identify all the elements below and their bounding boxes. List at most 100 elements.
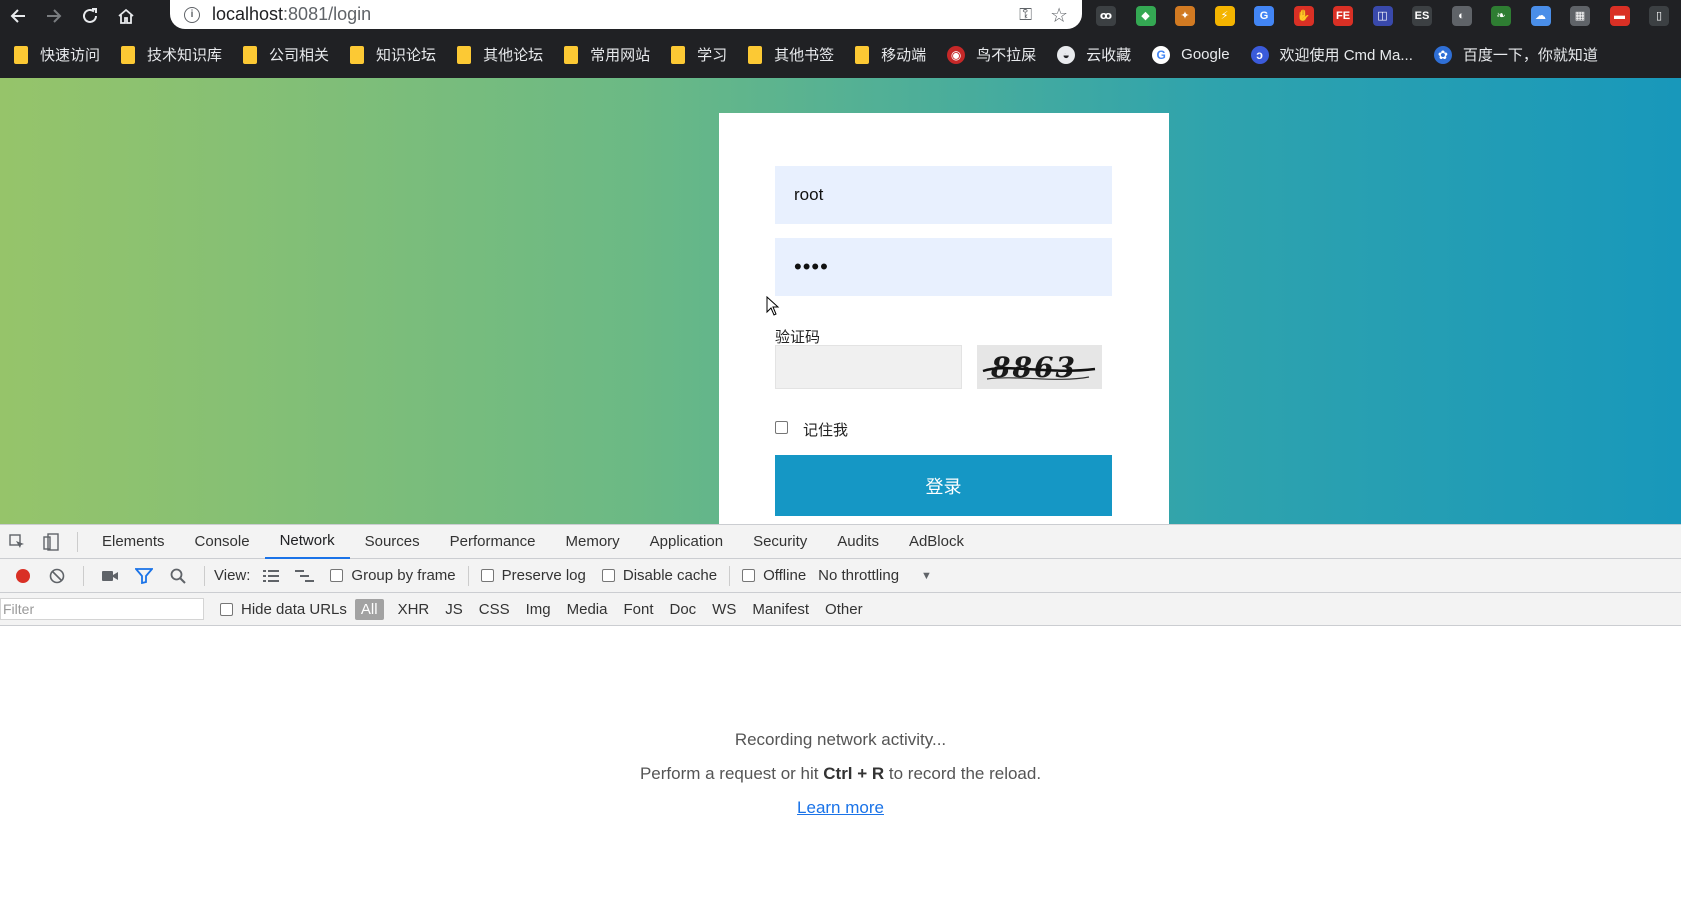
bookmark-item[interactable]: ◒ 云收藏 xyxy=(1057,44,1131,65)
network-request-list: Recording network activity... Perform a … xyxy=(0,628,1681,921)
group-by-frame-option[interactable]: Group by frame xyxy=(330,567,456,584)
bookmark-item[interactable]: G Google xyxy=(1152,45,1230,64)
bookmark-item[interactable]: 移动端 xyxy=(855,44,926,65)
bookmark-item[interactable]: 技术知识库 xyxy=(121,44,222,65)
key-icon[interactable]: ⚿ xyxy=(1019,5,1032,25)
bookmark-item[interactable]: ◉ 鸟不拉屎 xyxy=(947,44,1036,65)
toolbar-separator xyxy=(83,565,84,586)
type-filter-img[interactable]: Img xyxy=(520,599,557,620)
waterfall-overview-icon[interactable] xyxy=(288,559,322,593)
extension-icon[interactable]: ◆ xyxy=(1135,5,1156,26)
inspect-element-icon[interactable] xyxy=(0,525,34,559)
bookmark-item[interactable]: 其他论坛 xyxy=(457,44,543,65)
group-by-frame-checkbox[interactable] xyxy=(330,569,344,582)
reload-hint: Perform a request or hit Ctrl + R to rec… xyxy=(0,764,1681,784)
type-filter-ws[interactable]: WS xyxy=(706,599,742,620)
type-filter-js[interactable]: JS xyxy=(439,599,469,620)
info-icon[interactable]: i xyxy=(184,6,200,23)
network-filterbar: Filter Hide data URLs All XHR JS CSS Img Medi… xyxy=(0,593,1681,626)
tab-application[interactable]: Application xyxy=(635,525,738,559)
type-filter-css[interactable]: CSS xyxy=(473,599,516,620)
bookmark-star-icon[interactable]: ☆ xyxy=(1050,3,1068,28)
tab-adblock[interactable]: AdBlock xyxy=(894,525,979,559)
bookmark-item[interactable]: 快速访问 xyxy=(14,44,100,65)
disable-cache-checkbox[interactable] xyxy=(601,569,615,582)
extension-icon[interactable]: ☁ xyxy=(1530,5,1551,26)
remember-checkbox[interactable] xyxy=(775,421,788,434)
type-filter-font[interactable]: Font xyxy=(617,599,659,620)
filter-icon[interactable] xyxy=(127,559,161,593)
extension-icon[interactable]: ◫ xyxy=(1372,5,1393,26)
large-rows-icon[interactable] xyxy=(254,559,288,593)
extension-icon[interactable]: ꝏ xyxy=(1096,5,1116,26)
login-card: root •••• 验证码 8863 记住我 登录 xyxy=(719,113,1169,524)
extension-icon[interactable]: FE xyxy=(1333,5,1353,26)
disable-cache-option[interactable]: Disable cache xyxy=(601,567,717,584)
tab-elements[interactable]: Elements xyxy=(87,525,180,559)
extension-icon[interactable]: G xyxy=(1254,5,1274,26)
type-filter-doc[interactable]: Doc xyxy=(663,599,702,620)
remember-me[interactable]: 记住我 xyxy=(775,417,848,439)
extension-icon[interactable]: ✦ xyxy=(1175,5,1195,26)
extension-icon[interactable]: ✋ xyxy=(1293,5,1314,26)
bookmark-item[interactable]: 知识论坛 xyxy=(350,44,436,65)
hide-data-urls-checkbox[interactable] xyxy=(220,602,233,616)
bookmark-item[interactable]: ↄ 欢迎使用 Cmd Ma... xyxy=(1250,44,1413,65)
bookmark-label: 知识论坛 xyxy=(376,47,437,64)
tab-network[interactable]: Network xyxy=(264,525,350,559)
extension-icon[interactable]: ❧ xyxy=(1491,5,1511,26)
tab-performance[interactable]: Performance xyxy=(435,525,551,559)
home-icon[interactable] xyxy=(108,0,144,31)
bookmark-item[interactable]: 其他书签 xyxy=(748,44,834,65)
captcha-input[interactable] xyxy=(775,345,962,389)
address-bar[interactable]: i localhost:8081/login ⚿ ☆ xyxy=(170,0,1082,29)
preserve-log-option[interactable]: Preserve log xyxy=(480,567,586,584)
tab-security[interactable]: Security xyxy=(738,525,822,559)
url-text[interactable]: localhost:8081/login xyxy=(212,4,371,25)
offline-option[interactable]: Offline xyxy=(742,567,806,584)
extension-icon[interactable]: ▦ xyxy=(1570,5,1590,26)
throttling-select[interactable]: No throttling ▼ xyxy=(818,567,932,584)
capture-screenshots-icon[interactable] xyxy=(93,559,127,593)
login-button[interactable]: 登录 xyxy=(775,455,1112,516)
extension-icon[interactable]: ◐ xyxy=(1451,5,1472,26)
tab-sources[interactable]: Sources xyxy=(350,525,435,559)
offline-checkbox[interactable] xyxy=(742,569,756,582)
extension-icon[interactable]: ⚡ xyxy=(1214,5,1235,26)
bookmark-item[interactable]: 学习 xyxy=(671,44,727,65)
tab-console[interactable]: Console xyxy=(180,525,265,559)
type-filter-media[interactable]: Media xyxy=(561,599,614,620)
preserve-log-label: Preserve log xyxy=(501,567,586,584)
forward-icon[interactable] xyxy=(36,0,72,31)
record-icon[interactable] xyxy=(6,559,40,593)
captcha-image[interactable]: 8863 xyxy=(977,345,1102,389)
type-filter-all[interactable]: All xyxy=(354,598,384,620)
extension-icon[interactable]: ▬ xyxy=(1609,5,1630,26)
device-toolbar-icon[interactable] xyxy=(34,525,68,559)
search-icon[interactable] xyxy=(161,559,195,593)
back-icon[interactable] xyxy=(0,0,36,31)
extension-icon[interactable]: ▯ xyxy=(1649,5,1669,26)
type-filter-other[interactable]: Other xyxy=(819,599,869,620)
tab-audits[interactable]: Audits xyxy=(822,525,894,559)
password-input[interactable]: •••• xyxy=(775,238,1112,296)
username-input[interactable]: root xyxy=(775,166,1112,224)
clear-icon[interactable] xyxy=(40,559,74,593)
folder-icon xyxy=(855,45,870,64)
devtools-panel: Elements Console Network Sources Performance… xyxy=(0,524,1681,921)
preserve-log-checkbox[interactable] xyxy=(480,569,494,582)
type-filter-xhr[interactable]: XHR xyxy=(392,599,436,620)
reload-icon[interactable] xyxy=(72,0,108,31)
filter-input[interactable]: Filter xyxy=(0,598,204,620)
extension-icon[interactable]: ES xyxy=(1412,5,1432,26)
favicon-icon: ◒ xyxy=(1057,45,1076,64)
hide-data-urls-option[interactable]: Hide data URLs xyxy=(220,601,347,618)
type-filter-manifest[interactable]: Manifest xyxy=(746,599,815,620)
tab-memory[interactable]: Memory xyxy=(551,525,635,559)
reload-hint-prefix: Perform a request or hit xyxy=(639,764,824,783)
learn-more-link[interactable]: Learn more xyxy=(797,798,884,817)
bookmark-item[interactable]: 常用网站 xyxy=(564,44,650,65)
extensions-bar: ꝏ ◆ ✦ ⚡ G ✋ FE ◫ ES ◐ ❧ ☁ ▦ ▬ ▯ xyxy=(1096,0,1681,31)
bookmark-item[interactable]: ✿ 百度一下，你就知道 xyxy=(1433,44,1598,65)
bookmark-item[interactable]: 公司相关 xyxy=(243,44,329,65)
